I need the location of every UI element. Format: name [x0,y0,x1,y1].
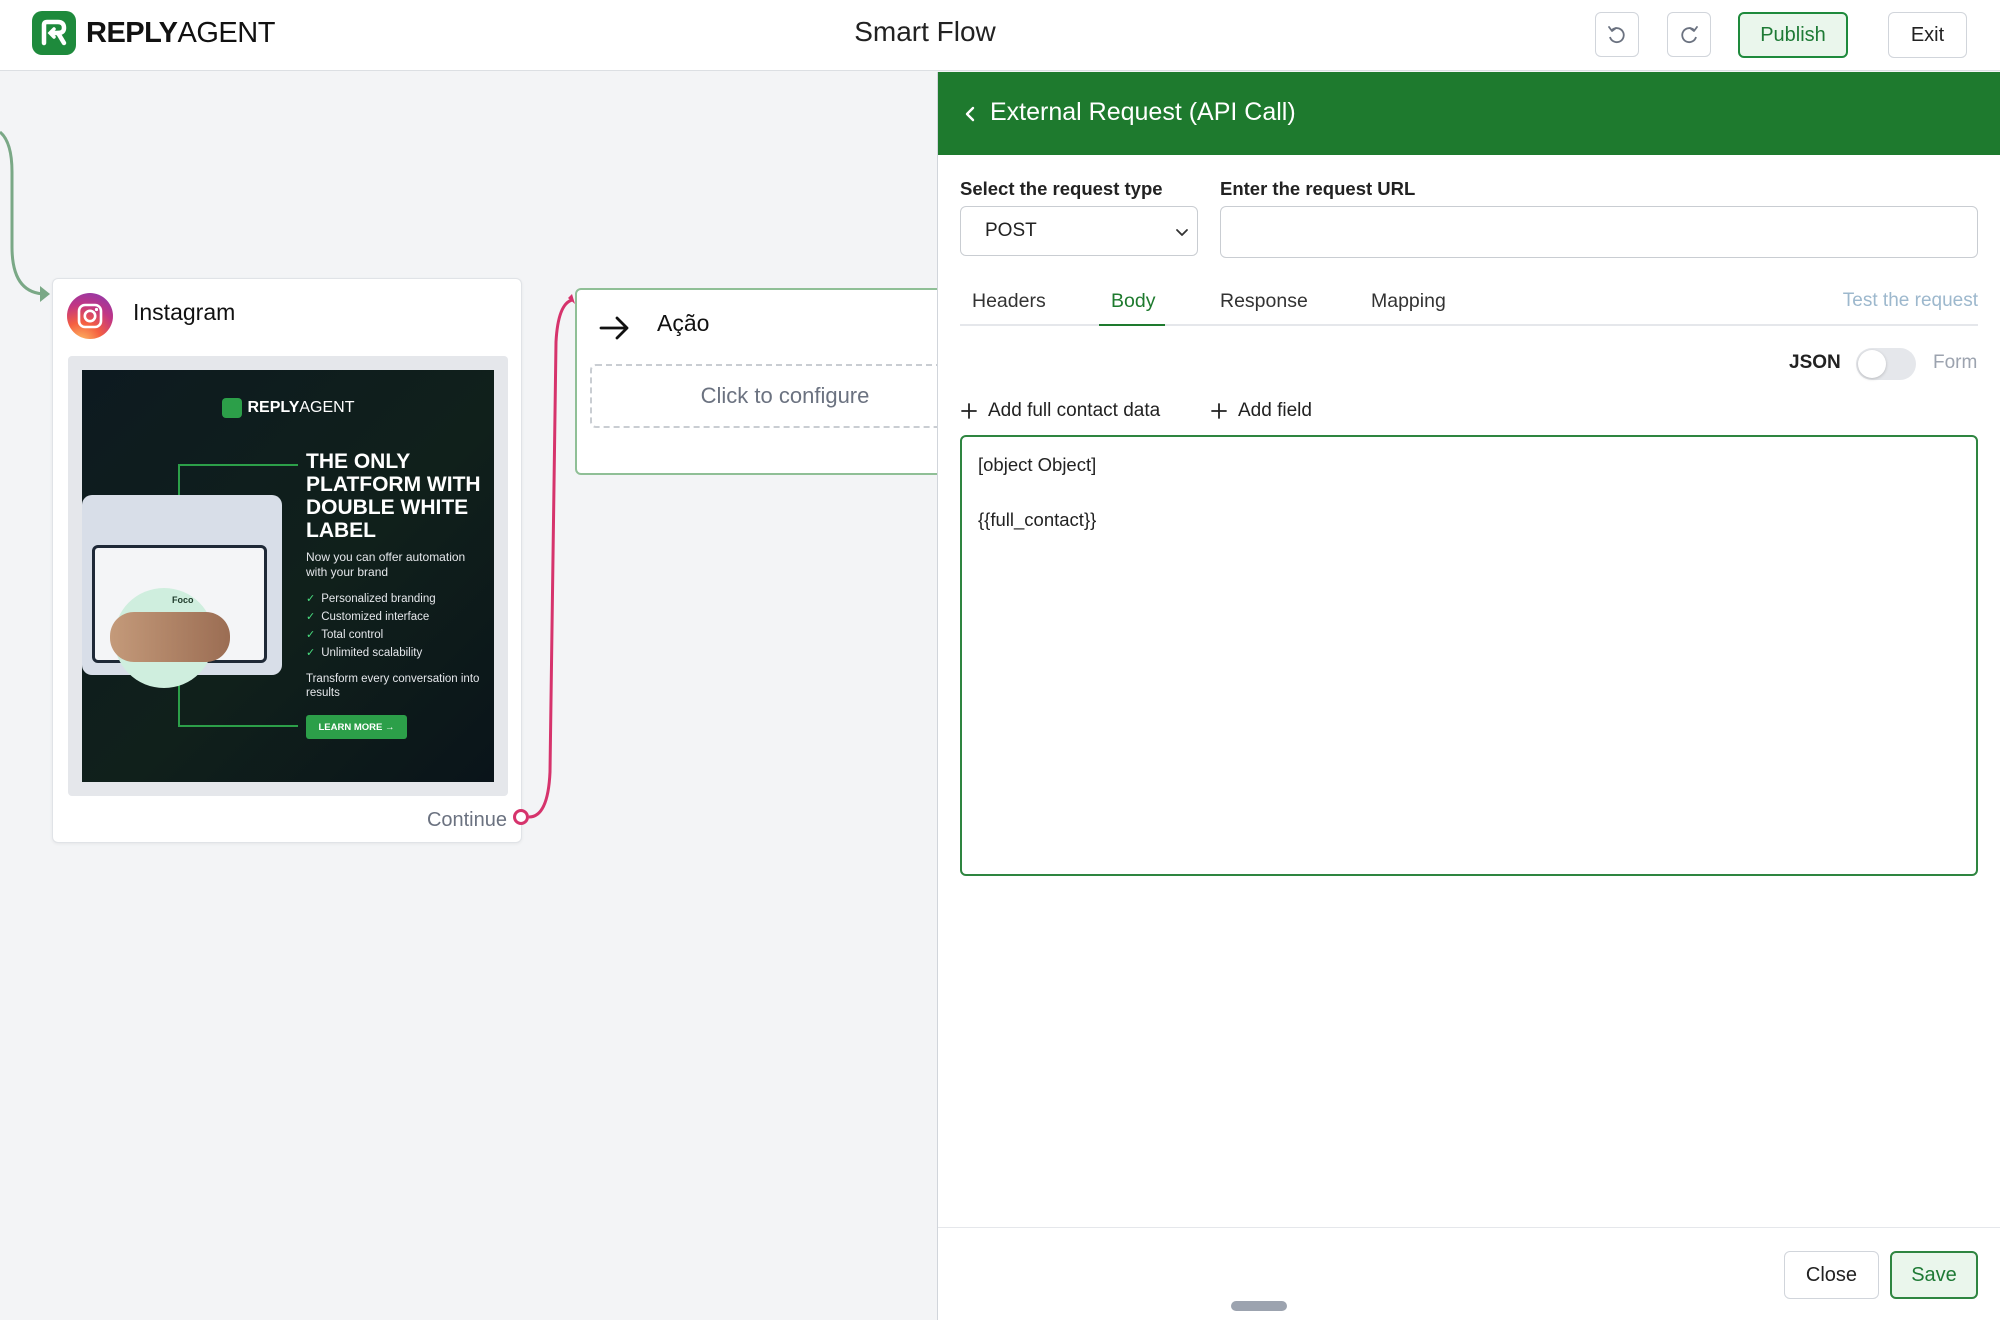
continue-output-label: Continue [426,809,507,831]
action-node[interactable]: Ação Click to configure [575,288,937,475]
panel-title: External Request (API Call) [990,98,1296,126]
inbound-edge-arrow [40,286,50,302]
add-field-label: Add field [1238,400,1312,421]
request-url-label: Enter the request URL [1220,178,1416,199]
undo-button[interactable] [1595,12,1639,57]
tab-response[interactable]: Response [1220,290,1308,326]
save-button[interactable]: Save [1890,1251,1978,1299]
form-mode-label: Form [1933,352,1978,373]
handshake-illustration [110,612,230,662]
chevron-down-icon [1176,229,1188,236]
tab-mapping[interactable]: Mapping [1371,290,1446,326]
request-body-textarea[interactable]: [object Object] {{full_contact}} [960,435,1978,876]
test-request-link[interactable]: Test the request [1843,290,1978,312]
check-icon: ✓ [306,611,316,623]
promo-connector-line [178,464,298,466]
promo-logo-icon [221,398,242,418]
panel-header: External Request (API Call) [938,72,2000,155]
instagram-node-title: Instagram [133,299,236,325]
redo-button[interactable] [1667,12,1711,57]
promo-headline: THE ONLY PLATFORM WITH DOUBLE WHITE LABE… [306,450,481,542]
instagram-media-frame: REPLYAGENT Foco THE ONLY PLATFORM WITH D… [68,356,508,796]
check-icon: ✓ [306,593,316,605]
close-button[interactable]: Close [1784,1251,1879,1299]
click-to-configure-placeholder[interactable]: Click to configure [590,364,937,428]
promo-device-label: Foco [172,595,194,605]
redo-icon [1681,25,1698,43]
external-request-panel: External Request (API Call) Select the r… [937,72,2000,1320]
flow-canvas[interactable]: Instagram REPLYAGENT Foco THE ONLY PLATF… [0,72,937,1320]
undo-icon [1608,25,1625,43]
footer-divider [938,1227,2000,1228]
json-mode-label: JSON [1789,352,1841,373]
add-field-button[interactable]: Add field [1210,400,1312,422]
promo-brand: REPLYAGENT [82,398,494,418]
promo-feature: ✓ Customized interface [306,608,436,626]
check-icon: ✓ [306,629,316,641]
request-type-label: Select the request type [960,178,1163,199]
resize-handle[interactable] [1231,1301,1287,1311]
action-node-title: Ação [657,310,710,336]
publish-button[interactable]: Publish [1738,12,1848,58]
promo-feature-list: ✓ Personalized branding ✓ Customized inter… [306,590,436,662]
tab-headers[interactable]: Headers [972,290,1046,326]
instagram-post-image: REPLYAGENT Foco THE ONLY PLATFORM WITH D… [82,370,494,782]
page-title: Smart Flow [854,16,996,47]
instagram-to-action-edge [528,298,573,819]
promo-connector-line [178,725,298,727]
chevron-left-icon[interactable] [958,100,982,128]
plus-icon [1211,403,1227,419]
add-full-contact-data-label: Add full contact data [988,400,1161,421]
request-url-input[interactable] [1220,206,1978,258]
promo-subtitle: Now you can offer automation with your b… [306,550,466,579]
request-type-select[interactable]: POST [960,206,1198,256]
exit-button[interactable]: Exit [1888,12,1967,58]
add-full-contact-data-button[interactable]: Add full contact data [960,400,1160,422]
promo-footer-text: Transform every conversation into result… [306,673,480,699]
check-icon: ✓ [306,647,316,659]
top-bar: REPLYAGENT Smart Flow Publish Exit [0,0,2000,71]
tab-body[interactable]: Body [1098,290,1167,326]
json-form-toggle[interactable] [1856,348,1916,380]
request-type-value: POST [985,220,1037,241]
promo-feature: ✓ Personalized branding [306,590,436,608]
instagram-icon [67,293,113,339]
plus-icon [961,403,977,419]
continue-output-handle[interactable] [513,809,529,825]
toggle-knob [1858,350,1886,378]
promo-learn-more-button: LEARN MORE → [306,715,407,739]
instagram-node[interactable]: Instagram REPLYAGENT Foco THE ONLY PLATF… [52,278,522,843]
inbound-edge [0,130,47,296]
promo-feature: ✓ Total control [306,626,436,644]
arrow-right-icon [599,316,629,340]
promo-feature: ✓ Unlimited scalability [306,644,436,662]
